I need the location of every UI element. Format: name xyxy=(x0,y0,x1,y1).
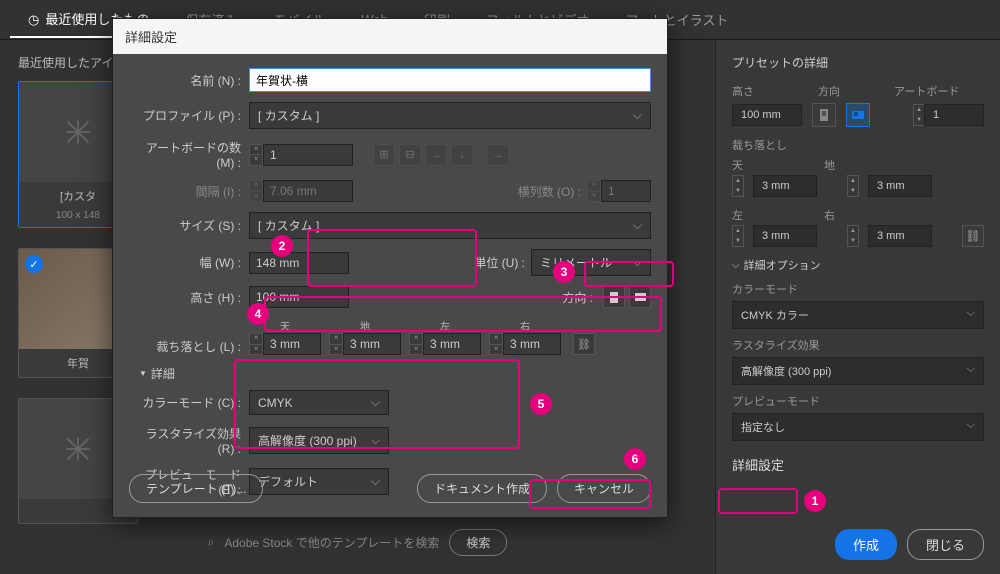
grid-icon-2: ⊟ xyxy=(399,144,421,166)
clock-icon: ◷ xyxy=(28,12,39,27)
size-label: サイズ (S) : xyxy=(129,217,249,234)
link-icon[interactable]: ⛓ xyxy=(962,225,984,247)
bleed-bottom-label: 地 xyxy=(824,157,884,173)
height-label-dlg: 高さ (H) : xyxy=(129,289,249,306)
dialog-title: 詳細設定 xyxy=(113,19,667,54)
doc-create-button[interactable]: ドキュメント作成 xyxy=(417,474,547,503)
color-mode-label-dlg: カラーモード (C) : xyxy=(129,394,249,411)
arrow-down-icon: ↓ xyxy=(451,144,473,166)
bleed-left-field-dlg[interactable]: 3 mm xyxy=(423,333,481,355)
bleed-right-label: 右 xyxy=(824,207,984,223)
artboards-stepper[interactable]: ˄˅ xyxy=(249,144,263,166)
cancel-button[interactable]: キャンセル xyxy=(557,474,651,503)
artboards-label: アートボードの数 (M) : xyxy=(129,139,249,170)
bleed-top-lbl: 天 xyxy=(280,318,290,333)
orient-landscape-button[interactable] xyxy=(846,103,870,127)
bleed-label-dlg: 裁ち落とし (L) : xyxy=(129,338,249,355)
bleed-left-stepper[interactable]: ▲▼ xyxy=(732,225,744,247)
orient-label-dlg: 方向 : xyxy=(562,289,593,306)
bleed-top-stepper-dlg[interactable]: ˄˅ xyxy=(249,333,263,355)
preset-detail-panel: プリセットの詳細 高さ 方向 アートボード 100 mm ▲▼ 1 裁ち落とし … xyxy=(715,40,1000,574)
grid-icon-1: ⊞ xyxy=(373,144,395,166)
bleed-right-lbl: 右 xyxy=(520,318,530,333)
bleed-top-stepper[interactable]: ▲▼ xyxy=(732,175,744,197)
height-label: 高さ xyxy=(732,83,802,99)
orient-label: 方向 xyxy=(818,83,878,99)
raster-label: ラスタライズ効果 xyxy=(732,337,984,353)
search-button[interactable]: 検索 xyxy=(449,529,507,556)
orient-portrait-button[interactable] xyxy=(812,103,836,127)
search-icon: ⌕ xyxy=(208,535,215,550)
cols-label: 横列数 (O) : xyxy=(518,183,581,200)
bleed-right-stepper[interactable]: ▲▼ xyxy=(847,225,859,247)
size-select[interactable]: [ カスタム ] xyxy=(249,212,651,239)
orient-portrait-btn[interactable] xyxy=(603,286,625,308)
bleed-right-stepper-dlg[interactable]: ˄˅ xyxy=(489,333,503,355)
more-settings-button[interactable]: 詳細設定 xyxy=(732,458,784,473)
unit-label: 単位 (U) : xyxy=(474,254,525,271)
arrow-right-icon: → xyxy=(425,144,447,166)
orient-landscape-btn[interactable] xyxy=(629,286,651,308)
bleed-bottom-field-dlg[interactable]: 3 mm xyxy=(343,333,401,355)
spacing-label: 間隔 (I) : xyxy=(129,183,249,200)
unit-select[interactable]: ミリメートル xyxy=(531,249,651,276)
create-button[interactable]: 作成 xyxy=(835,529,897,560)
template-button[interactable]: テンプレート (T)... xyxy=(129,474,263,503)
color-mode-select[interactable]: CMYK カラー xyxy=(732,301,984,329)
profile-select[interactable]: [ カスタム ] xyxy=(249,102,651,129)
bleed-bottom-field[interactable]: 3 mm xyxy=(868,175,932,197)
artboard-label: アートボード xyxy=(894,83,984,99)
spacing-field: 7.06 mm xyxy=(263,180,353,202)
bleed-bottom-stepper-dlg[interactable]: ˄˅ xyxy=(329,333,343,355)
width-field[interactable]: 148 mm xyxy=(249,252,349,274)
bleed-label: 裁ち落とし xyxy=(732,137,984,153)
raster-select[interactable]: 高解像度 (300 ppi) xyxy=(732,357,984,385)
panel-title: プリセットの詳細 xyxy=(732,54,984,71)
name-label: 名前 (N) : xyxy=(129,72,249,89)
advanced-settings-dialog: 詳細設定 名前 (N) : プロファイル (P) : [ カスタム ] アートボ… xyxy=(112,18,668,518)
detail-toggle[interactable]: 詳細 xyxy=(139,365,651,382)
bleed-left-label: 左 xyxy=(732,207,812,223)
bleed-left-stepper-dlg[interactable]: ˄˅ xyxy=(409,333,423,355)
name-input[interactable] xyxy=(249,68,651,92)
bleed-bottom-stepper[interactable]: ▲▼ xyxy=(847,175,859,197)
cols-field: 1 xyxy=(601,180,651,202)
artboard-field[interactable]: 1 xyxy=(924,104,984,126)
bleed-left-lbl: 左 xyxy=(440,318,450,333)
raster-select-dlg[interactable]: 高解像度 (300 ppi) xyxy=(249,427,389,454)
width-label: 幅 (W) : xyxy=(129,254,249,271)
color-mode-select-dlg[interactable]: CMYK xyxy=(249,390,389,415)
search-placeholder: Adobe Stock で他のテンプレートを検索 xyxy=(224,534,439,551)
check-icon: ✓ xyxy=(25,255,43,273)
profile-label: プロファイル (P) : xyxy=(129,107,249,124)
close-button[interactable]: 閉じる xyxy=(907,529,984,560)
bleed-right-field-dlg[interactable]: 3 mm xyxy=(503,333,561,355)
preview-select[interactable]: 指定なし xyxy=(732,413,984,441)
stock-search: ⌕ Adobe Stock で他のテンプレートを検索 検索 xyxy=(208,529,508,556)
artboards-field[interactable]: 1 xyxy=(263,144,353,166)
spacing-stepper: ˄˅ xyxy=(249,180,263,202)
bleed-right-field[interactable]: 3 mm xyxy=(868,225,932,247)
height-field[interactable]: 100 mm xyxy=(732,104,802,126)
arrow-more-icon: → xyxy=(487,144,509,166)
preview-label: プレビューモード xyxy=(732,393,984,409)
cols-stepper: ˄˅ xyxy=(587,180,601,202)
bleed-bottom-lbl: 地 xyxy=(360,318,370,333)
bleed-link-icon[interactable]: ⛓ xyxy=(573,333,595,355)
raster-label-dlg: ラスタライズ効果 (R) : xyxy=(129,425,249,456)
bleed-top-field-dlg[interactable]: 3 mm xyxy=(263,333,321,355)
bleed-top-field[interactable]: 3 mm xyxy=(753,175,817,197)
height-field-dlg[interactable]: 100 mm xyxy=(249,286,349,308)
bleed-left-field[interactable]: 3 mm xyxy=(753,225,817,247)
bleed-top-label: 天 xyxy=(732,157,812,173)
advanced-toggle[interactable]: 詳細オプション xyxy=(732,257,984,273)
color-mode-label: カラーモード xyxy=(732,281,984,297)
